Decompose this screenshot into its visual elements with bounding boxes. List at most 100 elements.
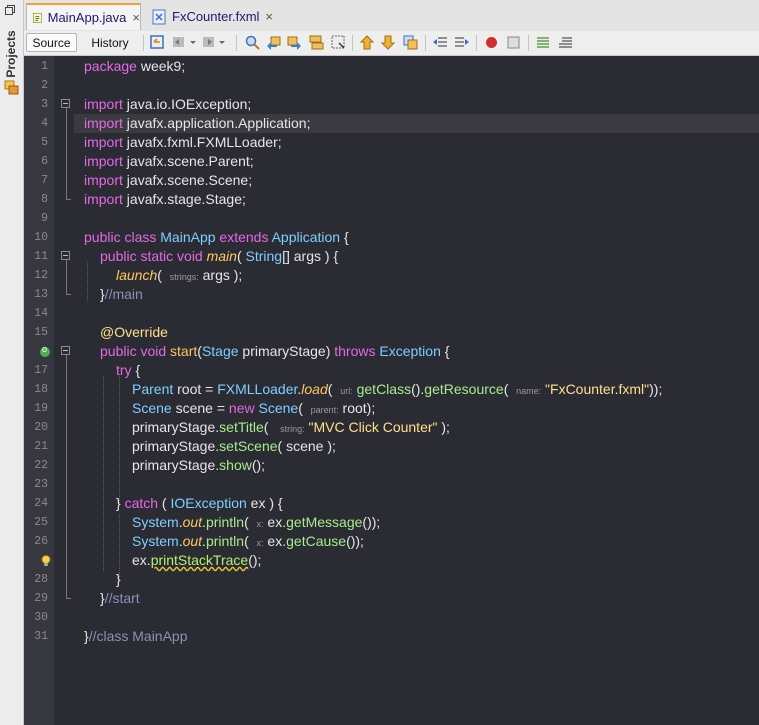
close-icon[interactable]: ×	[132, 10, 140, 25]
toolbar-separator	[236, 35, 237, 51]
back-icon[interactable]	[171, 34, 188, 51]
line-number: 2	[41, 79, 48, 92]
fold-end	[66, 199, 71, 200]
code-token: import	[84, 172, 123, 188]
code-token: ());	[346, 533, 364, 549]
code-token: url:	[340, 386, 353, 396]
fold-toggle[interactable]	[61, 346, 70, 355]
code-token: (	[157, 267, 170, 283]
uncomment-icon[interactable]	[557, 34, 574, 51]
tab-fxcounter-fxml[interactable]: FxCounter.fxml ×	[146, 3, 296, 30]
forward-icon[interactable]	[200, 34, 217, 51]
code-token: root);	[338, 400, 376, 416]
last-edit-icon[interactable]	[149, 34, 166, 51]
code-line: ex.printStackTrace();	[132, 551, 261, 570]
code-token: (	[244, 533, 257, 549]
code-token: java.io.IOException;	[122, 96, 252, 112]
projects-sidebar: Projects	[0, 0, 24, 725]
code-token: import	[84, 191, 123, 207]
code-token: ex.	[132, 552, 151, 568]
chevron-down-icon[interactable]	[218, 34, 226, 51]
fold-margin	[54, 56, 74, 725]
code-token: javafx.stage.Stage;	[122, 191, 246, 207]
code-token: public class	[84, 229, 157, 245]
line-number: 21	[34, 440, 48, 453]
code-token: println	[205, 533, 245, 549]
code-token: import	[84, 96, 123, 112]
code-token: println	[205, 514, 245, 530]
shift-right-icon[interactable]	[453, 34, 470, 51]
find-icon[interactable]	[244, 34, 261, 51]
code-token: @	[100, 324, 115, 340]
code-token: week9;	[136, 58, 186, 74]
code-token: catch	[124, 495, 159, 511]
code-token: System	[132, 533, 179, 549]
stop-macro-icon[interactable]	[505, 34, 522, 51]
code-token: {	[340, 229, 349, 245]
editor-tab-bar: MainApp.java × FxCounter.fxml ×	[24, 0, 759, 32]
select-icon[interactable]	[330, 34, 347, 51]
indent-guide	[119, 376, 121, 503]
hint-bulb-icon[interactable]	[41, 555, 52, 567]
fold-line	[66, 108, 67, 199]
tab-mainapp-java[interactable]: MainApp.java ×	[26, 3, 141, 30]
find-previous-icon[interactable]	[265, 34, 282, 51]
next-bookmark-icon[interactable]	[380, 34, 397, 51]
code-token: getClass	[352, 381, 412, 397]
code-token: import	[84, 134, 123, 150]
code-token: extends	[219, 229, 269, 245]
line-number: 25	[34, 516, 48, 529]
code-token: scene =	[171, 400, 229, 416]
fold-end	[66, 598, 71, 599]
line-number: 30	[34, 611, 48, 624]
highlight-search-icon[interactable]	[308, 34, 325, 51]
fxml-file-icon	[152, 9, 166, 24]
code-token: javafx.scene.Scene;	[122, 172, 253, 188]
close-icon[interactable]: ×	[265, 9, 273, 24]
record-macro-icon[interactable]	[483, 34, 500, 51]
code-line: public class MainApp extends Application…	[84, 228, 349, 247]
chevron-down-icon[interactable]	[189, 34, 197, 51]
toggle-bookmark-icon[interactable]	[402, 34, 419, 51]
find-next-icon[interactable]	[286, 34, 303, 51]
restore-window-icon[interactable]	[5, 5, 15, 15]
code-line: import javafx.scene.Parent;	[84, 152, 254, 171]
code-line: launch( strings: args );	[116, 266, 242, 285]
comment-icon[interactable]	[535, 34, 552, 51]
code-token: ( scene );	[277, 438, 336, 454]
toolbar-separator	[425, 35, 426, 51]
projects-icon[interactable]	[4, 80, 19, 95]
override-annotation-icon[interactable]	[40, 344, 50, 357]
previous-bookmark-icon[interactable]	[359, 34, 376, 51]
code-token: //class MainApp	[88, 628, 188, 644]
code-token: name:	[516, 386, 542, 396]
code-token: javafx.fxml.FXMLLoader;	[122, 134, 282, 150]
code-token: primaryStage)	[238, 343, 335, 359]
fold-line	[66, 260, 67, 295]
code-token: ex ) {	[246, 495, 283, 511]
code-token: throws	[334, 343, 376, 359]
code-token: [] args ) {	[282, 248, 339, 264]
code-token: parent:	[310, 405, 339, 415]
fold-toggle[interactable]	[61, 251, 70, 260]
history-button[interactable]: History	[82, 33, 138, 52]
code-line: Parent root = FXMLLoader.load( url: getC…	[132, 380, 662, 399]
toolbar-separator	[143, 35, 144, 51]
code-token: x:	[256, 519, 264, 529]
source-button[interactable]: Source	[26, 33, 77, 52]
code-token: setTitle	[219, 419, 264, 435]
line-number: 22	[34, 459, 48, 472]
code-token: //start	[104, 590, 140, 606]
projects-tab[interactable]: Projects	[3, 30, 19, 78]
code-token: ex.	[263, 514, 287, 530]
code-line: }//main	[100, 285, 143, 304]
code-token: IOException	[170, 495, 247, 511]
code-line: import javafx.fxml.FXMLLoader;	[84, 133, 282, 152]
shift-left-icon[interactable]	[432, 34, 449, 51]
fold-toggle[interactable]	[61, 99, 70, 108]
java-file-icon	[32, 12, 42, 23]
code-token: launch	[116, 267, 158, 283]
code-token: primaryStage.	[132, 457, 220, 473]
toolbar-separator	[528, 35, 529, 51]
code-token: javafx.scene.Parent;	[122, 153, 254, 169]
